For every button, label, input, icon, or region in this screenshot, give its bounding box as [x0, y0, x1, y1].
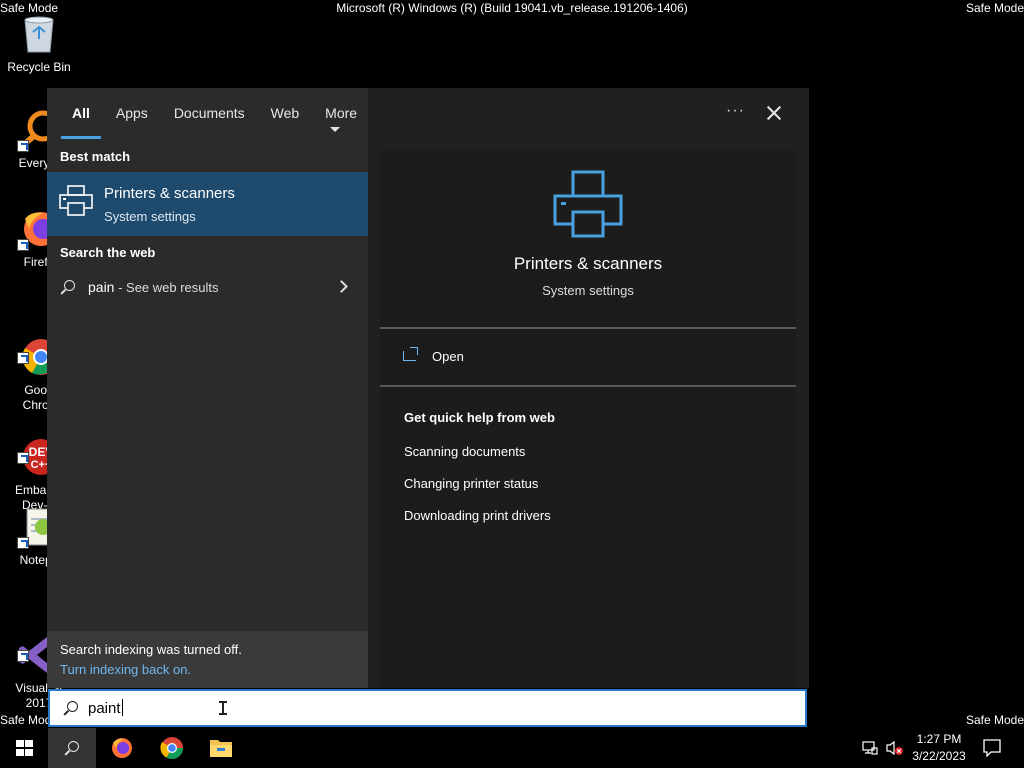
tab-label: All — [72, 105, 90, 121]
taskbar-search-button[interactable] — [48, 728, 96, 768]
text-cursor-icon — [219, 701, 227, 715]
turn-indexing-on-link[interactable]: Turn indexing back on. — [60, 662, 191, 677]
chevron-down-icon — [330, 127, 341, 132]
volume-tray-icon[interactable] — [884, 728, 906, 768]
close-icon[interactable] — [763, 102, 785, 124]
volume-muted-icon — [886, 740, 903, 756]
taskbar-firefox[interactable] — [98, 728, 146, 768]
divider — [380, 327, 796, 329]
detail-title: Printers & scanners — [513, 254, 663, 273]
recycle-bin-icon — [17, 12, 61, 56]
results-pane: All Apps Documents Web More Best match P… — [47, 88, 368, 688]
notification-icon — [983, 739, 1001, 757]
shortcut-arrow-icon — [17, 650, 29, 662]
web-search-result[interactable]: pain - See web results — [47, 274, 368, 302]
firefox-icon — [112, 738, 132, 758]
search-web-heading: Search the web — [60, 245, 156, 260]
shortcut-arrow-icon — [17, 537, 29, 549]
shortcut-arrow-icon — [17, 140, 29, 152]
tab-label: Web — [270, 105, 300, 121]
network-icon — [862, 741, 878, 755]
ellipsis-icon[interactable]: ··· — [726, 102, 745, 120]
search-icon — [64, 741, 79, 755]
tab-label: Apps — [115, 105, 148, 121]
windows-start-icon — [16, 740, 33, 756]
chevron-right-icon — [335, 280, 348, 293]
taskbar-chrome[interactable] — [148, 728, 196, 768]
indexing-message: Search indexing was turned off. — [60, 642, 242, 657]
tab-more[interactable]: More — [312, 105, 370, 137]
printer-icon — [59, 185, 93, 222]
chrome-icon — [160, 737, 183, 759]
web-query-text: pain — [88, 279, 115, 295]
search-input[interactable]: paint — [48, 689, 807, 727]
shortcut-arrow-icon — [17, 352, 29, 364]
detail-subtitle: System settings — [542, 283, 634, 298]
help-link-scanning-documents[interactable]: Scanning documents — [404, 444, 525, 459]
safe-mode-label-bottom-right: Safe Mode — [965, 713, 1024, 727]
printer-icon — [553, 170, 623, 243]
desktop-icon-label: Recycle Bin — [7, 60, 71, 74]
open-label: Open — [432, 349, 464, 364]
best-match-heading: Best match — [60, 149, 131, 164]
windows-build-label: Microsoft (R) Windows (R) (Build 19041.v… — [336, 1, 688, 15]
clock-time: 1:27 PM — [916, 732, 962, 746]
detail-pane: Printers & scanners System settings Open… — [380, 150, 796, 688]
search-input-value: paint — [88, 700, 121, 717]
shortcut-arrow-icon — [17, 239, 29, 251]
file-explorer-icon — [210, 740, 232, 757]
see-web-results-text: - See web results — [114, 280, 219, 295]
search-tabs: All Apps Documents Web More — [59, 105, 370, 139]
taskbar: 1:27 PM 3/22/2023 — [0, 728, 1024, 768]
best-match-result[interactable]: Printers & scanners System settings — [47, 172, 368, 236]
indexing-notice: Search indexing was turned off. Turn ind… — [47, 631, 368, 688]
best-match-title: Printers & scanners — [104, 185, 235, 202]
search-icon — [63, 701, 78, 715]
search-panel: All Apps Documents Web More Best match P… — [47, 88, 809, 688]
action-center-button[interactable] — [980, 728, 1004, 768]
tab-documents[interactable]: Documents — [161, 105, 258, 137]
clock-date: 3/22/2023 — [912, 749, 966, 763]
taskbar-clock[interactable]: 1:27 PM 3/22/2023 — [906, 731, 972, 765]
best-match-subtitle: System settings — [104, 209, 196, 224]
taskbar-file-explorer[interactable] — [197, 728, 245, 768]
help-link-downloading-print-drivers[interactable]: Downloading print drivers — [404, 508, 551, 523]
shortcut-arrow-icon — [17, 452, 29, 464]
tab-apps[interactable]: Apps — [103, 105, 161, 137]
desktop-icon-recycle-bin[interactable]: Recycle Bin — [0, 12, 78, 75]
tab-label: More — [325, 105, 358, 121]
divider — [380, 385, 796, 387]
tab-all[interactable]: All — [59, 105, 103, 139]
help-link-changing-printer-status[interactable]: Changing printer status — [404, 476, 538, 491]
tab-web[interactable]: Web — [258, 105, 313, 137]
network-tray-icon[interactable] — [860, 728, 880, 768]
quick-help-heading: Get quick help from web — [404, 410, 555, 425]
search-icon — [60, 280, 75, 294]
tab-label: Documents — [173, 105, 245, 121]
start-button[interactable] — [0, 728, 48, 768]
